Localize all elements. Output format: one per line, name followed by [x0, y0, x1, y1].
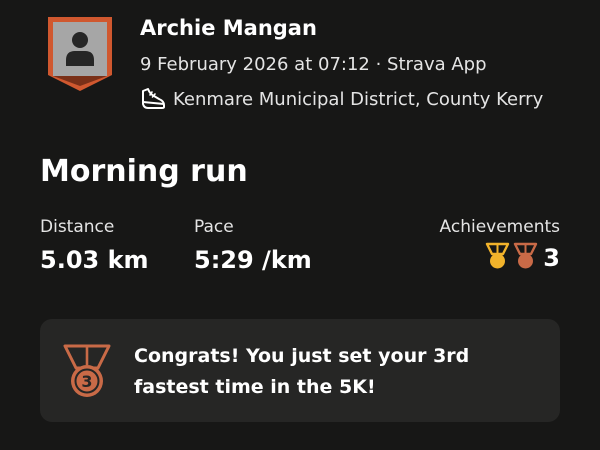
running-shoe-icon	[140, 87, 166, 111]
pace-label: Pace	[194, 217, 234, 237]
default-user-avatar-icon	[48, 17, 112, 91]
gold-medal-icon	[484, 242, 511, 274]
pace-stat: Pace 5:29 /km	[194, 216, 312, 275]
athlete-name[interactable]: Archie Mangan	[140, 16, 317, 40]
distance-label: Distance	[40, 217, 115, 237]
activity-date-and-device: 9 February 2026 at 07:12 · Strava App	[140, 54, 487, 75]
activity-location: Kenmare Municipal District, County Kerry	[173, 88, 544, 110]
achievements-stat[interactable]: Achievements 3	[440, 216, 560, 275]
achievements-label: Achievements	[439, 217, 560, 237]
medal-number: 3	[81, 372, 92, 391]
pace-value: 5:29 /km	[194, 246, 312, 274]
achievements-row: 3	[440, 241, 560, 275]
congrats-card[interactable]: 3 Congrats! You just set your 3rd fastes…	[40, 319, 560, 422]
distance-value: 5.03 km	[40, 246, 149, 274]
bronze-medal-icon: 3	[62, 343, 112, 403]
achievements-count: 3	[543, 244, 560, 272]
congrats-message: Congrats! You just set your 3rd fastest …	[134, 345, 470, 398]
bronze-medal-icon	[512, 242, 539, 274]
activity-location-row: Kenmare Municipal District, County Kerry	[140, 86, 543, 112]
distance-stat: Distance 5.03 km	[40, 216, 149, 275]
activity-title[interactable]: Morning run	[40, 154, 248, 189]
athlete-avatar[interactable]	[46, 15, 114, 93]
